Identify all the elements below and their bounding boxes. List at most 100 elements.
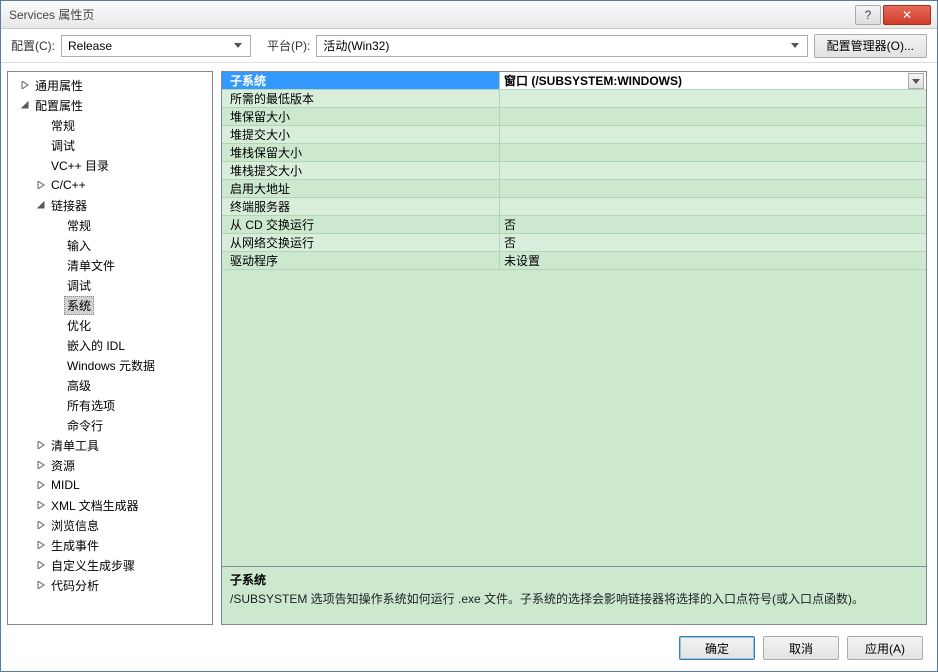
- tree-item[interactable]: 自定义生成步骤: [8, 555, 212, 575]
- property-name: 堆栈提交大小: [222, 162, 500, 179]
- property-value[interactable]: [500, 126, 926, 143]
- property-row[interactable]: 从网络交换运行否: [222, 234, 926, 252]
- tree-item[interactable]: 浏览信息: [8, 515, 212, 535]
- tree-item-label: 输入: [64, 236, 94, 255]
- tree-item[interactable]: XML 文档生成器: [8, 495, 212, 515]
- tree-item[interactable]: 调试: [8, 275, 212, 295]
- tree-item[interactable]: 所有选项: [8, 395, 212, 415]
- tree-expand-icon[interactable]: [34, 181, 48, 189]
- tree-item-label: 高级: [64, 376, 94, 395]
- property-value[interactable]: 否: [500, 216, 926, 233]
- tree-item-label: VC++ 目录: [48, 156, 112, 175]
- tree-item[interactable]: 优化: [8, 315, 212, 335]
- help-button[interactable]: ?: [855, 5, 881, 25]
- property-row[interactable]: 堆保留大小: [222, 108, 926, 126]
- config-combo[interactable]: Release: [61, 35, 251, 57]
- tree-expand-icon[interactable]: [18, 81, 32, 89]
- property-value[interactable]: [500, 162, 926, 179]
- property-row[interactable]: 子系统窗口 (/SUBSYSTEM:WINDOWS): [222, 72, 926, 90]
- config-manager-button[interactable]: 配置管理器(O)...: [814, 34, 927, 58]
- tree-collapse-icon[interactable]: [34, 201, 48, 209]
- tree-expand-icon[interactable]: [34, 561, 48, 569]
- property-name: 堆栈保留大小: [222, 144, 500, 161]
- tree-expand-icon[interactable]: [34, 461, 48, 469]
- tree-item[interactable]: 常规: [8, 215, 212, 235]
- tree-item[interactable]: 代码分析: [8, 575, 212, 595]
- tree-collapse-icon[interactable]: [18, 101, 32, 109]
- title-bar: Services 属性页 ? ✕: [1, 1, 937, 29]
- property-value[interactable]: 窗口 (/SUBSYSTEM:WINDOWS): [500, 72, 926, 89]
- property-page-dialog: Services 属性页 ? ✕ 配置(C): Release 平台(P): 活…: [0, 0, 938, 672]
- cancel-button[interactable]: 取消: [763, 636, 839, 660]
- property-name: 从 CD 交换运行: [222, 216, 500, 233]
- tree-item[interactable]: 系统: [8, 295, 212, 315]
- property-value[interactable]: [500, 180, 926, 197]
- window-title: Services 属性页: [9, 6, 855, 23]
- tree-item[interactable]: MIDL: [8, 475, 212, 495]
- tree-item[interactable]: 清单文件: [8, 255, 212, 275]
- tree-expand-icon[interactable]: [34, 581, 48, 589]
- tree-item-label: 配置属性: [32, 96, 86, 115]
- property-row[interactable]: 堆提交大小: [222, 126, 926, 144]
- tree-item[interactable]: 高级: [8, 375, 212, 395]
- tree-item-label: 常规: [48, 116, 78, 135]
- property-row[interactable]: 从 CD 交换运行否: [222, 216, 926, 234]
- ok-button[interactable]: 确定: [679, 636, 755, 660]
- property-row[interactable]: 所需的最低版本: [222, 90, 926, 108]
- tree-item[interactable]: VC++ 目录: [8, 155, 212, 175]
- tree-expand-icon[interactable]: [34, 481, 48, 489]
- tree-expand-icon[interactable]: [34, 441, 48, 449]
- property-row[interactable]: 终端服务器: [222, 198, 926, 216]
- property-value[interactable]: [500, 108, 926, 125]
- tree-item[interactable]: 常规: [8, 115, 212, 135]
- tree-item[interactable]: Windows 元数据: [8, 355, 212, 375]
- tree-item-label: MIDL: [48, 477, 83, 493]
- chevron-down-icon: [230, 43, 246, 48]
- tree-expand-icon[interactable]: [34, 501, 48, 509]
- close-button[interactable]: ✕: [883, 5, 931, 25]
- property-name: 终端服务器: [222, 198, 500, 215]
- tree-item[interactable]: 资源: [8, 455, 212, 475]
- tree-item[interactable]: 输入: [8, 235, 212, 255]
- property-row[interactable]: 驱动程序未设置: [222, 252, 926, 270]
- property-row[interactable]: 堆栈提交大小: [222, 162, 926, 180]
- property-name: 子系统: [222, 72, 500, 89]
- tree-expand-icon[interactable]: [34, 521, 48, 529]
- property-grid[interactable]: 子系统窗口 (/SUBSYSTEM:WINDOWS)所需的最低版本堆保留大小堆提…: [221, 71, 927, 567]
- tree-item[interactable]: 配置属性: [8, 95, 212, 115]
- property-value[interactable]: [500, 90, 926, 107]
- tree-item[interactable]: 链接器: [8, 195, 212, 215]
- toolbar: 配置(C): Release 平台(P): 活动(Win32) 配置管理器(O)…: [1, 29, 937, 63]
- tree-item-label: 自定义生成步骤: [48, 556, 138, 575]
- config-value: Release: [68, 39, 112, 53]
- dropdown-arrow-icon[interactable]: [908, 73, 924, 89]
- tree-item[interactable]: 通用属性: [8, 75, 212, 95]
- tree-item[interactable]: 生成事件: [8, 535, 212, 555]
- tree-expand-icon[interactable]: [34, 541, 48, 549]
- property-name: 堆提交大小: [222, 126, 500, 143]
- tree-panel[interactable]: 通用属性配置属性常规调试VC++ 目录C/C++链接器常规输入清单文件调试系统优…: [7, 71, 213, 625]
- description-title: 子系统: [230, 571, 918, 588]
- tree-item-label: 资源: [48, 456, 78, 475]
- tree-item[interactable]: 嵌入的 IDL: [8, 335, 212, 355]
- property-value[interactable]: 否: [500, 234, 926, 251]
- property-value[interactable]: 未设置: [500, 252, 926, 269]
- property-name: 堆保留大小: [222, 108, 500, 125]
- tree-item[interactable]: C/C++: [8, 175, 212, 195]
- property-row[interactable]: 启用大地址: [222, 180, 926, 198]
- tree-item[interactable]: 清单工具: [8, 435, 212, 455]
- tree-item-label: Windows 元数据: [64, 356, 158, 375]
- tree-item[interactable]: 命令行: [8, 415, 212, 435]
- tree-item-label: 生成事件: [48, 536, 102, 555]
- platform-value: 活动(Win32): [323, 37, 389, 54]
- apply-button[interactable]: 应用(A): [847, 636, 923, 660]
- platform-combo[interactable]: 活动(Win32): [316, 35, 807, 57]
- property-row[interactable]: 堆栈保留大小: [222, 144, 926, 162]
- tree-item-label: 所有选项: [64, 396, 118, 415]
- tree-item-label: 常规: [64, 216, 94, 235]
- property-value[interactable]: [500, 198, 926, 215]
- tree-item-label: 优化: [64, 316, 94, 335]
- property-value[interactable]: [500, 144, 926, 161]
- tree-item-label: C/C++: [48, 177, 89, 193]
- tree-item[interactable]: 调试: [8, 135, 212, 155]
